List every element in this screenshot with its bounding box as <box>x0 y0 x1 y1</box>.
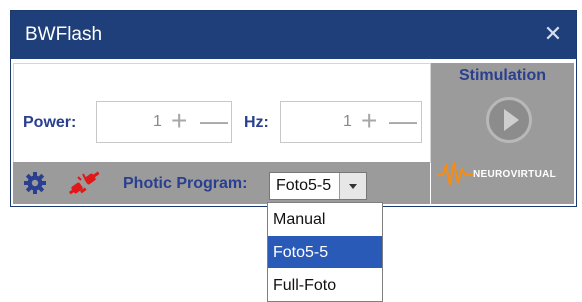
gear-icon[interactable] <box>23 171 47 195</box>
brand-name: NEUROVIRTUAL <box>473 169 557 180</box>
power-label: Power: <box>23 114 77 131</box>
hz-label: Hz: <box>244 114 269 131</box>
bwflash-window: BWFlash ✕ Power: 1 + — Hz: 1 + — Stimula… <box>10 10 577 207</box>
brand-wave-icon <box>437 161 473 187</box>
hz-increase-button[interactable]: + <box>361 107 377 135</box>
title-bar: BWFlash ✕ <box>11 11 576 59</box>
hz-decrease-button[interactable]: — <box>389 107 417 135</box>
power-value: 1 <box>153 113 162 130</box>
dropdown-option-foto5-5[interactable]: Foto5-5 <box>268 236 382 268</box>
close-icon[interactable]: ✕ <box>540 21 566 47</box>
dropdown-option-manual[interactable]: Manual <box>268 203 382 235</box>
power-decrease-button[interactable]: — <box>200 107 228 135</box>
window-title: BWFlash <box>25 24 103 45</box>
photic-program-value: Foto5-5 <box>276 177 332 194</box>
photic-program-dropdown: Manual Foto5-5 Full-Foto <box>267 202 383 302</box>
power-stepper[interactable]: 1 + — <box>96 101 232 143</box>
stimulus-controls: Power: 1 + — Hz: 1 + — <box>13 63 431 163</box>
dropdown-option-full-foto[interactable]: Full-Foto <box>268 269 382 301</box>
photic-program-label: Photic Program: <box>123 175 248 192</box>
dropdown-toggle-button[interactable] <box>339 173 366 199</box>
stimulation-panel: Stimulation NEUROVIRTUAL <box>431 63 574 204</box>
power-increase-button[interactable]: + <box>171 107 187 135</box>
stimulation-title: Stimulation <box>458 67 547 84</box>
photic-program-select[interactable]: Foto5-5 <box>269 172 367 200</box>
chevron-down-icon <box>349 184 357 189</box>
bottom-toolbar: Photic Program: Foto5-5 <box>13 162 430 204</box>
hz-stepper[interactable]: 1 + — <box>280 101 422 143</box>
hz-value: 1 <box>343 113 352 130</box>
disconnected-plug-icon[interactable] <box>69 170 99 198</box>
play-icon[interactable] <box>486 97 532 143</box>
neurovirtual-logo: NEUROVIRTUAL <box>435 159 571 189</box>
